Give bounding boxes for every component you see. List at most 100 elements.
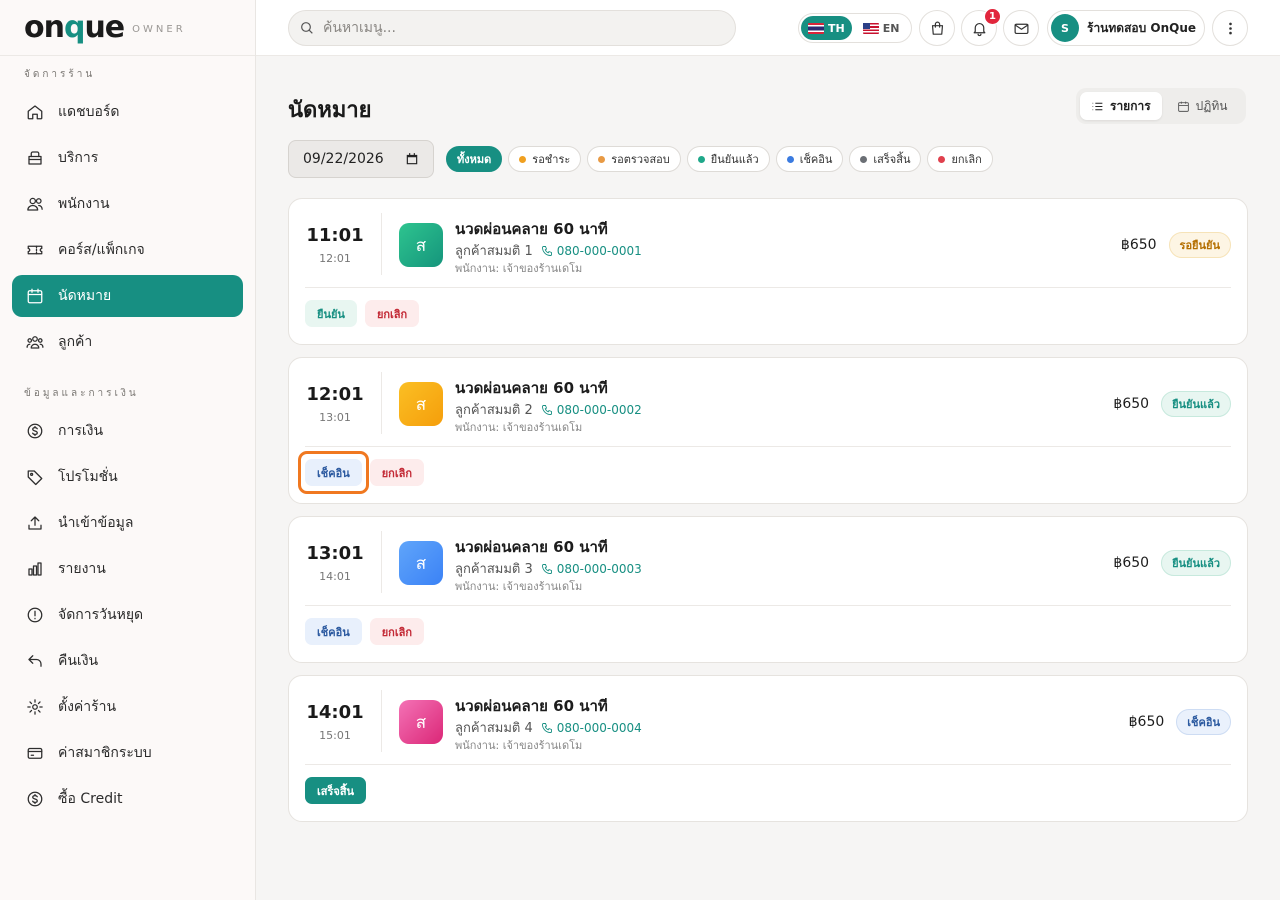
customer-info: ลูกค้าสมมติ 3 080-000-0003 (455, 558, 642, 579)
search-icon (301, 22, 313, 34)
filter-cancelled[interactable]: ยกเลิก (927, 146, 993, 172)
appointment-card[interactable]: 12:01 13:01 ส นวดผ่อนคลาย 60 นาที ลูกค้า… (288, 357, 1248, 504)
appointment-time: 13:01 14:01 (289, 531, 382, 593)
shopping-bag-icon (931, 21, 943, 35)
customer-phone[interactable]: 080-000-0002 (541, 403, 642, 417)
language-switch: TH EN (798, 13, 912, 43)
phone-icon (541, 563, 552, 574)
price-status: ฿650 ยืนยันแล้ว (1113, 550, 1231, 576)
cancel-button[interactable]: ยกเลิก (369, 618, 424, 645)
date-picker[interactable]: 09/22/2026 (288, 140, 434, 178)
sidebar-item-staff[interactable]: พนักงาน (12, 183, 243, 225)
sidebar-item-customers[interactable]: ลูกค้า (12, 321, 243, 363)
end-time: 15:01 (319, 729, 351, 742)
calendar-icon (26, 287, 44, 305)
card-icon (26, 744, 44, 762)
filter-label: รอตรวจสอบ (611, 153, 670, 166)
sidebar-item-holidays[interactable]: จัดการวันหยุด (12, 594, 243, 636)
service-name: นวดผ่อนคลาย 60 นาที (455, 379, 608, 397)
start-time: 13:01 (306, 543, 364, 564)
us-flag-icon (862, 22, 879, 34)
calendar-icon (1177, 101, 1189, 112)
mail-icon (1014, 23, 1028, 34)
sidebar-item-appointments[interactable]: นัดหมาย (12, 275, 243, 317)
filter-label: รอชำระ (532, 153, 571, 166)
sidebar-item-finance[interactable]: การเงิน (12, 410, 243, 452)
staff-info: พนักงาน: เจ้าของร้านเดโม (455, 580, 583, 593)
calendar-view-button[interactable]: ปฏิทิน (1166, 92, 1239, 120)
cart-button[interactable] (919, 10, 955, 46)
check-in-button[interactable]: เช็คอิน (305, 618, 362, 645)
complete-button[interactable]: เสร็จสิ้น (305, 777, 367, 804)
list-view-button[interactable]: รายการ (1080, 92, 1162, 120)
filter-label: เช็คอิน (799, 153, 833, 166)
sidebar-item-services[interactable]: บริการ (12, 137, 243, 179)
sidebar-item-label: แดชบอร์ด (58, 104, 120, 120)
account-menu[interactable]: S ร้านทดสอบ OnQue (1047, 10, 1205, 46)
sidebar-item-label: ลูกค้า (58, 334, 93, 350)
start-time: 11:01 (306, 225, 364, 246)
sidebar-item-import[interactable]: นำเข้าข้อมูล (12, 502, 243, 544)
sidebar-item-label: จัดการวันหยุด (58, 607, 144, 623)
customer-phone[interactable]: 080-000-0001 (541, 244, 642, 258)
filter-label: ยืนยันแล้ว (710, 153, 759, 166)
status-dot (697, 155, 705, 163)
filter-awaiting-payment[interactable]: รอชำระ (508, 146, 582, 172)
section-label-finance: ข้อมูลและการเงิน (24, 388, 139, 399)
avatar: S (1051, 14, 1079, 42)
check-in-button[interactable]: เช็คอิน (298, 451, 369, 494)
divider (305, 287, 1231, 288)
sidebar-item-label: ซื้อ Credit (58, 791, 123, 807)
service-name: นวดผ่อนคลาย 60 นาที (455, 538, 608, 556)
cancel-button[interactable]: ยกเลิก (364, 300, 420, 327)
appointment-card[interactable]: 11:01 12:01 ส นวดผ่อนคลาย 60 นาที ลูกค้า… (288, 198, 1248, 345)
customer-phone[interactable]: 080-000-0003 (541, 562, 642, 576)
sidebar-item-dashboard[interactable]: แดชบอร์ด (12, 91, 243, 133)
cancel-button[interactable]: ยกเลิก (369, 459, 424, 486)
sidebar-item-store-settings[interactable]: ตั้งค่าร้าน (12, 686, 243, 728)
appointment-card[interactable]: 13:01 14:01 ส นวดผ่อนคลาย 60 นาที ลูกค้า… (288, 516, 1248, 663)
lang-th-button[interactable]: TH (801, 16, 852, 40)
sidebar-item-label: โปรโมชั่น (58, 469, 118, 485)
lang-en-button[interactable]: EN (856, 16, 907, 40)
sidebar-item-membership[interactable]: ค่าสมาชิกระบบ (12, 732, 243, 774)
confirm-button[interactable]: ยืนยัน (305, 300, 357, 327)
view-toggle: รายการ ปฏิทิน (1076, 88, 1246, 124)
card-actions: เสร็จสิ้น (305, 777, 367, 804)
status-dot (598, 155, 606, 163)
sidebar-item-refunds[interactable]: คืนเงิน (12, 640, 243, 682)
sidebar-item-courses[interactable]: คอร์ส/แพ็กเกจ (12, 229, 243, 271)
staff-info: พนักงาน: เจ้าของร้านเดโม (455, 421, 583, 434)
sidebar-item-label: ค่าสมาชิกระบบ (58, 745, 152, 761)
search-input[interactable] (323, 20, 723, 36)
price-status: ฿650 รอยืนยัน (1121, 232, 1231, 258)
service-name: นวดผ่อนคลาย 60 นาที (455, 697, 608, 715)
customer-name: ลูกค้าสมมติ 4 (455, 721, 533, 736)
search-box[interactable] (288, 10, 736, 46)
card-actions: เช็คอิน ยกเลิก (305, 618, 424, 645)
filter-all[interactable]: ทั้งหมด (446, 146, 503, 172)
more-menu-button[interactable] (1212, 10, 1248, 46)
undo-icon (26, 652, 44, 670)
customer-phone[interactable]: 080-000-0004 (541, 721, 642, 735)
sidebar-item-label: รายงาน (58, 561, 106, 577)
filter-confirmed[interactable]: ยืนยันแล้ว (686, 146, 770, 172)
filter-checked-in[interactable]: เช็คอิน (775, 146, 844, 172)
page-title: นัดหมาย (288, 98, 372, 123)
card-actions: เช็คอิน ยกเลิก (298, 451, 424, 494)
lang-en-label: EN (882, 21, 900, 35)
calendar-icon (406, 153, 418, 165)
sidebar-item-reports[interactable]: รายงาน (12, 548, 243, 590)
sidebar: onque OWNER จัดการร้าน แดชบอร์ด บริการ พ… (0, 0, 256, 900)
sidebar-item-buy-credit[interactable]: ซื้อ Credit (12, 778, 243, 820)
brand[interactable]: onque OWNER (0, 0, 255, 56)
lang-th-label: TH (828, 21, 845, 35)
sidebar-item-promotions[interactable]: โปรโมชั่น (12, 456, 243, 498)
status-badge: เช็คอิน (1176, 709, 1231, 735)
price-status: ฿650 เช็คอิน (1129, 709, 1231, 735)
filter-awaiting-review[interactable]: รอตรวจสอบ (587, 146, 681, 172)
messages-button[interactable] (1003, 10, 1039, 46)
filter-completed[interactable]: เสร็จสิ้น (849, 146, 922, 172)
notifications-button[interactable]: 1 (961, 8, 1001, 46)
appointment-card[interactable]: 14:01 15:01 ส นวดผ่อนคลาย 60 นาที ลูกค้า… (288, 675, 1248, 822)
